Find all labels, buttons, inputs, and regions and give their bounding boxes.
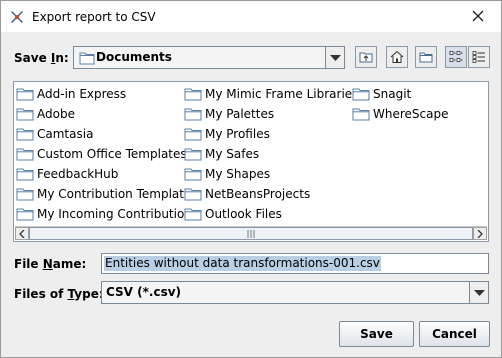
file-type-dropdown-button[interactable] [469,282,488,303]
file-list-item[interactable]: Camtasia [16,125,93,143]
file-name-value: Entities without data transformations-00… [104,256,381,271]
file-type-combo[interactable]: CSV (*.csv) [101,281,489,304]
scroll-left-button[interactable] [15,227,29,240]
file-list-item-label: Custom Office Templates [37,147,187,161]
grip-icon [247,230,255,238]
folder-icon [184,188,202,201]
chevron-left-icon [19,230,25,238]
chevron-down-icon [474,289,485,296]
folder-icon [16,108,34,121]
list-view-icon [449,51,463,62]
file-list-item[interactable]: Outlook Files [184,205,282,223]
scroll-right-button[interactable] [473,227,487,240]
details-view-icon [472,51,485,63]
file-list-item-label: Camtasia [37,127,94,141]
file-list-item[interactable]: Add-in Express [16,85,126,103]
file-list-item[interactable]: My Shapes [184,165,270,183]
file-list[interactable]: Add-in Express Adobe Camtasia Custom Office… [13,81,489,242]
file-list-item[interactable]: My Profiles [184,125,270,143]
file-list-item[interactable]: Snagit [352,85,411,103]
file-list-item-label: Add-in Express [37,87,127,101]
folder-icon [184,108,202,121]
folder-icon [16,188,34,201]
save-button[interactable]: Save [339,321,414,347]
up-one-level-button[interactable] [355,46,377,68]
close-icon[interactable] [469,7,487,25]
up-one-level-icon [359,52,373,63]
file-list-item[interactable]: FeedbackHub [16,165,118,183]
folder-icon [184,148,202,161]
file-list-item-label: FeedbackHub [37,167,119,181]
cancel-button[interactable]: Cancel [419,321,490,347]
title-bar: Export report to CSV [1,1,501,32]
horizontal-scrollbar[interactable] [15,226,487,240]
file-list-item[interactable]: My Safes [184,145,259,163]
file-list-item[interactable]: My Palettes [184,105,274,123]
file-list-item-label: My Incoming Contributions [37,207,199,221]
file-list-item[interactable]: WhereScape [352,105,448,123]
save-in-label: Save In: [14,51,69,65]
file-list-item[interactable]: My Contribution Templates [16,185,198,203]
new-folder-icon [419,52,433,63]
chevron-down-icon [330,54,341,61]
details-view-button[interactable] [468,46,490,68]
folder-icon [16,148,34,161]
file-list-item-label: Snagit [373,87,412,101]
list-view-button[interactable] [445,46,467,68]
file-list-item-label: NetBeansProjects [205,187,311,201]
file-list-item-label: My Palettes [205,107,275,121]
file-list-item-label: My Mimic Frame Libraries [205,87,359,101]
file-list-item-label: WhereScape [373,107,449,121]
folder-icon [184,128,202,141]
folder-icon [16,88,34,101]
home-button[interactable] [386,46,408,68]
new-folder-button[interactable] [415,46,437,68]
file-list-item-label: My Shapes [205,167,271,181]
folder-icon [352,88,370,101]
export-dialog: Export report to CSV Save In: Documents [0,0,502,358]
file-list-item-label: Outlook Files [205,207,282,221]
file-list-item-label: My Contribution Templates [37,187,198,201]
scrollbar-thumb[interactable] [29,227,473,240]
folder-icon [352,108,370,121]
file-list-item-label: My Safes [205,147,260,161]
folder-icon [184,208,202,221]
window-title: Export report to CSV [32,10,156,24]
java-app-icon [11,11,23,23]
save-in-value: Documents [96,50,172,64]
file-list-item[interactable]: Custom Office Templates [16,145,187,163]
save-in-combo[interactable]: Documents [73,46,345,69]
folder-icon [79,52,95,65]
file-type-label: Files of Type: [14,287,104,301]
file-list-item-label: Adobe [37,107,75,121]
folder-icon [16,208,34,221]
file-list-item-label: My Profiles [205,127,270,141]
file-list-item[interactable]: Adobe [16,105,75,123]
folder-icon [184,168,202,181]
file-list-item[interactable]: My Mimic Frame Libraries [184,85,358,103]
file-list-item[interactable]: My Incoming Contributions [16,205,198,223]
folder-icon [184,88,202,101]
folder-icon [16,168,34,181]
folder-icon [16,128,34,141]
file-type-value: CSV (*.csv) [106,285,182,299]
save-in-dropdown-button[interactable] [325,47,344,68]
chevron-right-icon [477,230,483,238]
home-icon [390,50,404,63]
file-list-item[interactable]: NetBeansProjects [184,185,310,203]
file-name-field[interactable]: Entities without data transformations-00… [101,253,489,274]
file-name-label: File Name: [14,257,87,271]
